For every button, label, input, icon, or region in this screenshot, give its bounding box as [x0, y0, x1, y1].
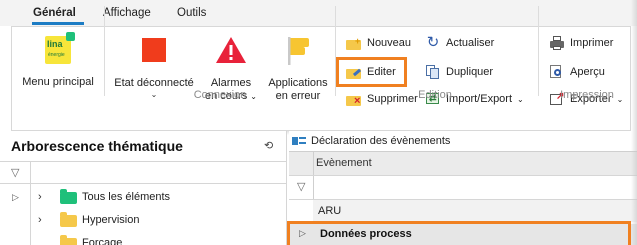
editer-highlight-frame — [336, 57, 407, 87]
group-label-connexion: Connexion — [193, 89, 247, 101]
pin-icon[interactable]: ⟲ — [264, 139, 273, 152]
chevron-down-icon: ⌄ — [250, 92, 257, 101]
dupliquer-button[interactable]: Dupliquer — [425, 62, 493, 82]
column-header-evenement[interactable]: Evènement — [316, 157, 372, 169]
tree-panel-title: Arborescence thématique — [11, 138, 183, 154]
tree-item-label: Hypervision — [82, 214, 140, 226]
menu-principal-label: Menu principal — [22, 76, 94, 88]
warning-triangle-icon — [216, 37, 246, 63]
expand-arrow-icon[interactable]: ▷ — [12, 192, 19, 203]
red-square-icon — [142, 38, 166, 62]
refresh-icon: ↻ — [426, 34, 440, 51]
apercu-button[interactable]: Aperçu — [549, 62, 605, 82]
event-row-label: ARU — [318, 205, 342, 217]
tab-affichage[interactable]: Affichage — [103, 7, 151, 19]
donnees-process-highlight-frame — [287, 221, 631, 245]
new-folder-icon: + — [346, 35, 362, 51]
applications-label-line2: en erreur — [275, 90, 321, 102]
active-tab-indicator — [32, 22, 84, 25]
tree-item-forcage[interactable]: Forçage — [0, 232, 285, 245]
filter-icon[interactable]: ▽ — [297, 180, 305, 193]
folder-icon — [60, 235, 77, 245]
group-label-impression: Impression — [560, 89, 614, 101]
folder-icon — [60, 212, 77, 227]
chevron-right-icon[interactable]: › — [38, 191, 42, 203]
duplicate-icon — [425, 64, 441, 80]
printer-icon — [549, 35, 565, 51]
chevron-down-icon: ⌄ — [517, 94, 524, 104]
tab-general[interactable]: Général — [33, 7, 76, 19]
group-separator — [104, 6, 105, 96]
menu-principal-button[interactable]: lina énergie Menu principal — [20, 32, 96, 89]
logo-text: lina — [47, 39, 63, 49]
nouveau-button[interactable]: + Nouveau — [346, 33, 411, 53]
filter-icon[interactable]: ▽ — [11, 166, 19, 179]
events-tab[interactable]: Déclaration des évènements — [291, 133, 450, 149]
chevron-down-icon: ⌄ — [150, 90, 158, 99]
table-row-aru[interactable] — [313, 200, 637, 222]
delete-folder-icon: × — [346, 91, 362, 107]
events-tab-label: Déclaration des évènements — [311, 135, 451, 147]
divider — [0, 161, 286, 162]
logo-subtext: énergie — [48, 52, 65, 58]
imprimer-button[interactable]: Imprimer — [549, 33, 613, 53]
folder-icon — [60, 189, 77, 204]
applications-en-erreur-button[interactable]: Applications en erreur — [262, 36, 334, 103]
lina-logo-icon: lina énergie — [45, 32, 75, 64]
yellow-flag-icon — [288, 37, 309, 65]
chevron-right-icon[interactable]: › — [38, 214, 42, 226]
event-declaration-icon — [291, 133, 307, 149]
window-edge — [631, 0, 637, 245]
group-label-edition: Edition — [418, 89, 452, 101]
etat-deconnecte-button[interactable]: Etat déconnecté ⌄ — [110, 36, 198, 100]
actualiser-label: Actualiser — [446, 37, 495, 49]
etat-deconnecte-label: Etat déconnecté — [114, 77, 194, 89]
dupliquer-label: Dupliquer — [446, 66, 494, 78]
tab-outils[interactable]: Outils — [177, 7, 206, 19]
tree-item-tous-les-elements[interactable]: ▷ › Tous les éléments — [0, 186, 285, 208]
divider — [0, 183, 286, 184]
divider — [289, 175, 637, 176]
print-preview-icon — [549, 64, 565, 80]
divider — [289, 151, 637, 152]
apercu-label: Aperçu — [570, 66, 605, 78]
tree-item-label: Tous les éléments — [82, 191, 171, 203]
applications-label-line1: Applications — [268, 77, 328, 89]
actualiser-button[interactable]: ↻ Actualiser — [425, 33, 495, 53]
nouveau-label: Nouveau — [367, 37, 412, 49]
group-separator — [538, 6, 539, 96]
tree-item-hypervision[interactable]: › Hypervision — [0, 209, 285, 231]
ribbon-tabs: Général Affichage Outils — [0, 0, 637, 26]
imprimer-label: Imprimer — [570, 37, 614, 49]
tree-item-label: Forçage — [82, 237, 123, 245]
